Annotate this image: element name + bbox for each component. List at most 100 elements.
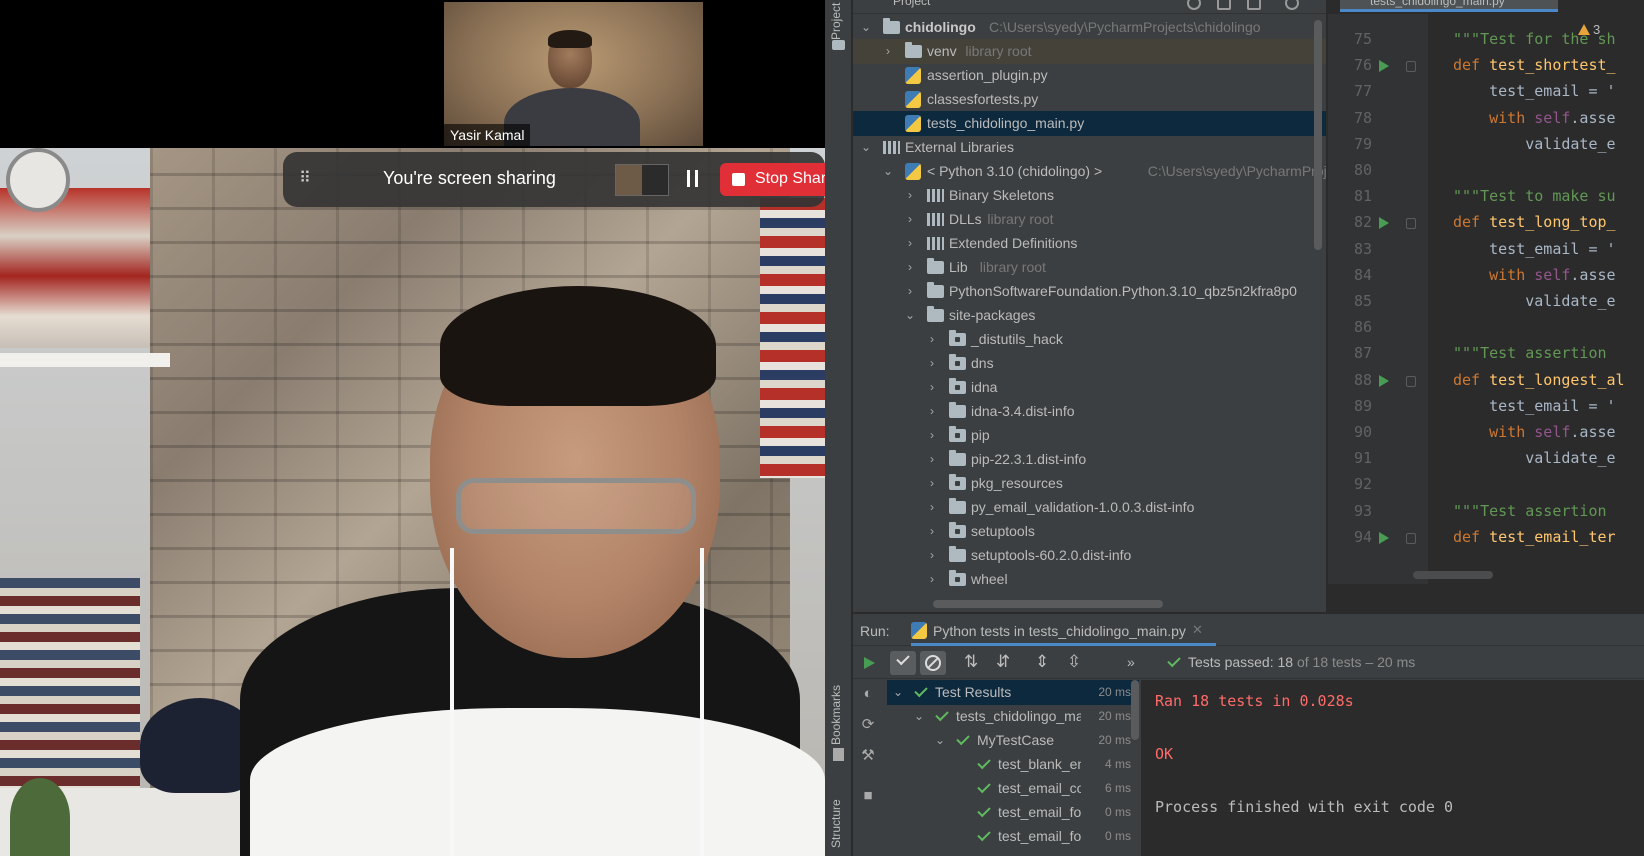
chevron-down-icon[interactable]: ⌄ (903, 303, 917, 328)
tree-item[interactable]: ⌄ External Libraries (853, 135, 1326, 160)
code-line[interactable]: 79 validate_e (1328, 131, 1644, 159)
code-line[interactable]: 77 test_email = ' (1328, 78, 1644, 106)
chevron-right-icon[interactable]: › (903, 183, 917, 208)
tree-item[interactable]: › wheel (853, 567, 1326, 592)
chevron-right-icon[interactable]: › (925, 351, 939, 376)
chevron-down-icon[interactable]: ⌄ (859, 135, 873, 160)
show-ignored-button[interactable] (920, 651, 946, 675)
rerun-button[interactable] (856, 651, 882, 675)
tree-item[interactable]: › setuptools (853, 519, 1326, 544)
tree-item[interactable]: › pip-22.3.1.dist-info (853, 447, 1326, 472)
fold-icon[interactable] (1406, 532, 1416, 544)
code-line[interactable]: 92 (1328, 471, 1644, 499)
sort-duration-button[interactable]: ⇵ (992, 651, 1018, 675)
run-test-gutter-icon[interactable] (1379, 60, 1389, 73)
debug-icon[interactable]: ◐ (860, 686, 876, 702)
expand-all-icon[interactable] (1217, 0, 1231, 10)
tree-item[interactable]: tests_chidolingo_main.py (853, 111, 1326, 136)
project-tree-hscrollbar[interactable] (933, 600, 1163, 608)
test-result-row[interactable]: ⌄ tests_chidolingo_main 20 ms (887, 704, 1139, 729)
pause-share-icon[interactable] (685, 170, 701, 188)
tree-item[interactable]: classesfortests.py (853, 87, 1326, 112)
code-line[interactable]: 86 (1328, 314, 1644, 342)
tree-item[interactable]: › Extended Definitions (853, 231, 1326, 256)
close-tab-icon[interactable]: ✕ (1192, 622, 1203, 638)
tree-item[interactable]: ⌄ site-packages (853, 303, 1326, 328)
sort-alpha-button[interactable]: ⇅ (960, 651, 986, 675)
fold-icon[interactable] (1406, 61, 1416, 73)
chevron-down-icon[interactable]: ⌄ (914, 704, 924, 729)
tree-item[interactable]: › pip (853, 423, 1326, 448)
tree-item[interactable]: › pkg_resources (853, 471, 1326, 496)
structure-tool-tab[interactable]: Structure (829, 799, 843, 848)
chevron-right-icon[interactable]: › (903, 255, 917, 280)
editor-tab[interactable]: tests_chidolingo_main.py (1340, 0, 1558, 12)
code-line[interactable]: 87 """Test assertion (1328, 340, 1644, 368)
tree-item[interactable]: › Lib library root (853, 255, 1326, 280)
gear-icon[interactable] (1285, 0, 1299, 10)
fold-icon[interactable] (1406, 375, 1416, 387)
chevron-right-icon[interactable]: › (925, 447, 939, 472)
chevron-right-icon[interactable]: › (925, 423, 939, 448)
chevron-right-icon[interactable]: › (925, 519, 939, 544)
chevron-right-icon[interactable]: › (925, 543, 939, 568)
run-test-gutter-icon[interactable] (1379, 217, 1389, 230)
chevron-right-icon[interactable]: › (925, 399, 939, 424)
tree-item[interactable]: ⌄ chidolingo C:\Users\syedy\PycharmProject… (853, 15, 1326, 40)
test-result-row[interactable]: test_email_format2 0 ms (887, 824, 1139, 849)
code-line[interactable]: 83 test_email = ' (1328, 236, 1644, 264)
project-tree-scrollbar[interactable] (1314, 20, 1322, 250)
run-test-gutter-icon[interactable] (1379, 531, 1389, 544)
test-result-row[interactable]: test_blank_email 4 ms (887, 752, 1139, 777)
code-line[interactable]: 81 """Test to make su (1328, 183, 1644, 211)
share-preview-thumbnail[interactable] (615, 164, 669, 196)
chevron-right-icon[interactable]: › (925, 471, 939, 496)
code-line[interactable]: 78 with self.asse (1328, 105, 1644, 133)
test-result-row[interactable]: test_email_format 0 ms (887, 800, 1139, 825)
tree-item[interactable]: › PythonSoftwareFoundation.Python.3.10_qb… (853, 279, 1326, 304)
locate-icon[interactable] (1187, 0, 1201, 10)
tree-item[interactable]: › Binary Skeletons (853, 183, 1326, 208)
chevron-down-icon[interactable]: ⌄ (935, 728, 945, 753)
remote-participant-tile[interactable]: Yasir Kamal (444, 2, 703, 146)
show-passed-button[interactable] (890, 651, 916, 675)
chevron-right-icon[interactable]: › (903, 207, 917, 232)
tree-item[interactable]: › _distutils_hack (853, 327, 1326, 352)
collapse-all-tests-button[interactable]: ⇳ (1063, 651, 1089, 675)
test-tree-scrollbar[interactable] (1131, 680, 1139, 740)
screen-share-bar[interactable]: ⠿ You're screen sharing Stop Share (283, 152, 825, 207)
rerun-failed-icon[interactable]: ⟳ (860, 717, 876, 733)
tree-item[interactable]: › venv library root (853, 39, 1326, 64)
drag-handle-icon[interactable]: ⠿ (299, 170, 311, 188)
test-result-row[interactable]: test_email_containing 6 ms (887, 776, 1139, 801)
warning-indicator[interactable]: 3 (1578, 22, 1600, 37)
code-line[interactable]: 82 def test_long_top_ (1328, 209, 1644, 237)
tree-item[interactable]: › py_email_validation-1.0.0.3.dist-info (853, 495, 1326, 520)
chevron-down-icon[interactable]: ⌄ (859, 15, 873, 40)
code-line[interactable]: 93 """Test assertion (1328, 498, 1644, 526)
tree-item[interactable]: › idna-3.4.dist-info (853, 399, 1326, 424)
wrench-icon[interactable]: ⚒ (860, 748, 876, 764)
run-test-gutter-icon[interactable] (1379, 374, 1389, 387)
collapse-all-icon[interactable] (1247, 0, 1261, 10)
bookmarks-tool-tab[interactable]: Bookmarks (829, 685, 843, 745)
code-line[interactable]: 91 validate_e (1328, 445, 1644, 473)
chevron-down-icon[interactable]: ⌄ (893, 680, 903, 705)
run-console[interactable]: Ran 18 tests in 0.028s OK Process finished… (1141, 680, 1644, 856)
chevron-right-icon[interactable]: › (881, 39, 895, 64)
chevron-right-icon[interactable]: › (925, 567, 939, 592)
chevron-right-icon[interactable]: › (903, 231, 917, 256)
test-result-row[interactable]: ⌄ Test Results 20 ms (887, 680, 1139, 705)
code-line[interactable]: 80 (1328, 157, 1644, 185)
chevron-right-icon[interactable]: › (925, 375, 939, 400)
fold-icon[interactable] (1406, 218, 1416, 230)
tree-item[interactable]: › dns (853, 351, 1326, 376)
tree-item[interactable]: ⌄ < Python 3.10 (chidolingo) > C:\Users\sy… (853, 159, 1326, 184)
code-line[interactable]: 94 def test_email_ter (1328, 524, 1644, 552)
tree-item[interactable]: › idna (853, 375, 1326, 400)
stop-icon[interactable]: ■ (860, 788, 876, 804)
expand-all-tests-button[interactable]: ⇕ (1031, 651, 1057, 675)
code-line[interactable]: 84 with self.asse (1328, 262, 1644, 290)
run-config-tab[interactable]: Python tests in tests_chidolingo_main.py… (911, 614, 1216, 646)
tree-item[interactable]: assertion_plugin.py (853, 63, 1326, 88)
